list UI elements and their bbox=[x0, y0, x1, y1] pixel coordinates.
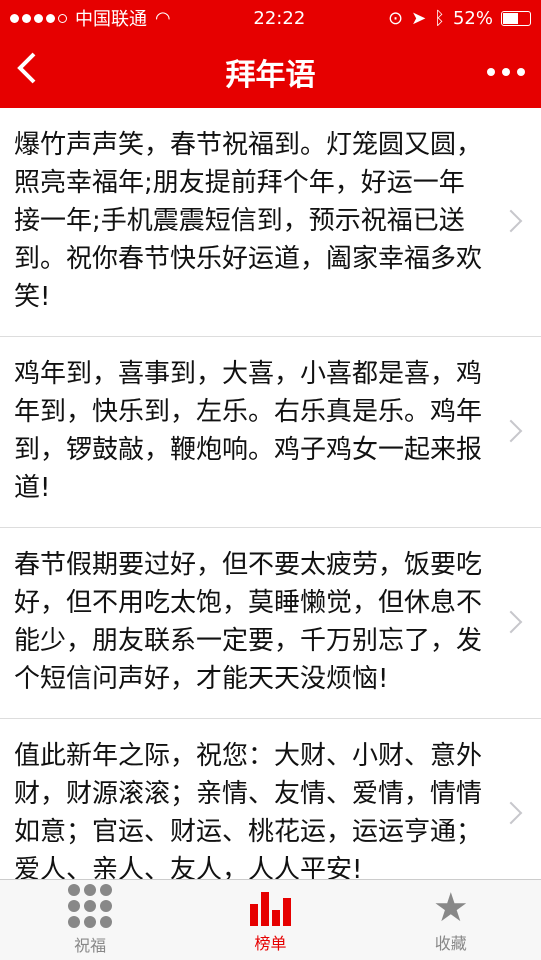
status-bar: 中国联通 ◠ 22:22 ⊙ ➤ ᛒ 52% bbox=[0, 0, 541, 36]
tab-blessings[interactable]: 祝福 bbox=[30, 884, 150, 956]
chevron-right-icon bbox=[499, 419, 523, 443]
greeting-text: 鸡年到，喜事到，大喜，小喜都是喜，鸡年到，快乐到，左乐。右乐真是乐。鸡年到，锣鼓… bbox=[14, 359, 483, 503]
status-left: 中国联通 ◠ bbox=[10, 5, 171, 31]
list-item[interactable]: 爆竹声声笑，春节祝福到。灯笼圆又圆，照亮幸福年;朋友提前拜个年，好运一年接一年;… bbox=[0, 108, 541, 337]
rotation-lock-icon: ⊙ bbox=[387, 7, 404, 29]
nav-bar: 拜年语 bbox=[0, 36, 541, 108]
greeting-text: 春节假期要过好，但不要太疲劳，饭要吃好，但不用吃太饱，莫睡懒觉，但休息不能少，朋… bbox=[14, 550, 483, 694]
tab-label: 祝福 bbox=[74, 936, 107, 955]
list-item[interactable]: 值此新年之际，祝您：大财、小财、意外财，财源滚滚；亲情、友情、爱情，情情如意；官… bbox=[0, 719, 541, 880]
more-dots-icon[interactable] bbox=[485, 68, 525, 76]
tab-label: 收藏 bbox=[434, 934, 467, 953]
grid-icon bbox=[68, 884, 113, 928]
list-item[interactable]: 鸡年到，喜事到，大喜，小喜都是喜，鸡年到，快乐到，左乐。右乐真是乐。鸡年到，锣鼓… bbox=[0, 337, 541, 528]
greeting-text: 值此新年之际，祝您：大财、小财、意外财，财源滚滚；亲情、友情、爱情，情情如意；官… bbox=[14, 741, 483, 880]
greeting-list: 爆竹声声笑，春节祝福到。灯笼圆又圆，照亮幸福年;朋友提前拜个年，好运一年接一年;… bbox=[0, 108, 541, 880]
tab-bar: 祝福 榜单 ★ 收藏 bbox=[0, 879, 541, 960]
greeting-text: 爆竹声声笑，春节祝福到。灯笼圆又圆，照亮幸福年;朋友提前拜个年，好运一年接一年;… bbox=[14, 130, 483, 312]
location-icon: ➤ bbox=[411, 7, 427, 29]
status-right: ⊙ ➤ ᛒ 52% bbox=[388, 8, 531, 29]
list-item[interactable]: 春节假期要过好，但不要太疲劳，饭要吃好，但不用吃太饱，莫睡懒觉，但休息不能少，朋… bbox=[0, 528, 541, 719]
tab-ranking[interactable]: 榜单 bbox=[210, 886, 330, 954]
bluetooth-icon: ᛒ bbox=[434, 7, 445, 29]
chevron-right-icon bbox=[499, 209, 523, 233]
chevron-right-icon bbox=[499, 801, 523, 825]
bar-chart-icon bbox=[249, 886, 291, 926]
tab-favorites[interactable]: ★ 收藏 bbox=[391, 886, 511, 954]
chevron-right-icon bbox=[499, 610, 523, 634]
battery-label: 52% bbox=[452, 7, 493, 29]
tab-label: 榜单 bbox=[254, 934, 287, 953]
chevron-left-icon[interactable] bbox=[16, 51, 56, 94]
battery-icon bbox=[500, 10, 531, 26]
page-title: 拜年语 bbox=[225, 58, 316, 93]
carrier-label: 中国联通 bbox=[75, 9, 147, 30]
status-time: 22:22 bbox=[253, 7, 306, 29]
wifi-icon: ◠ bbox=[155, 7, 171, 29]
star-icon: ★ bbox=[432, 885, 469, 931]
signal-icon bbox=[10, 13, 67, 23]
